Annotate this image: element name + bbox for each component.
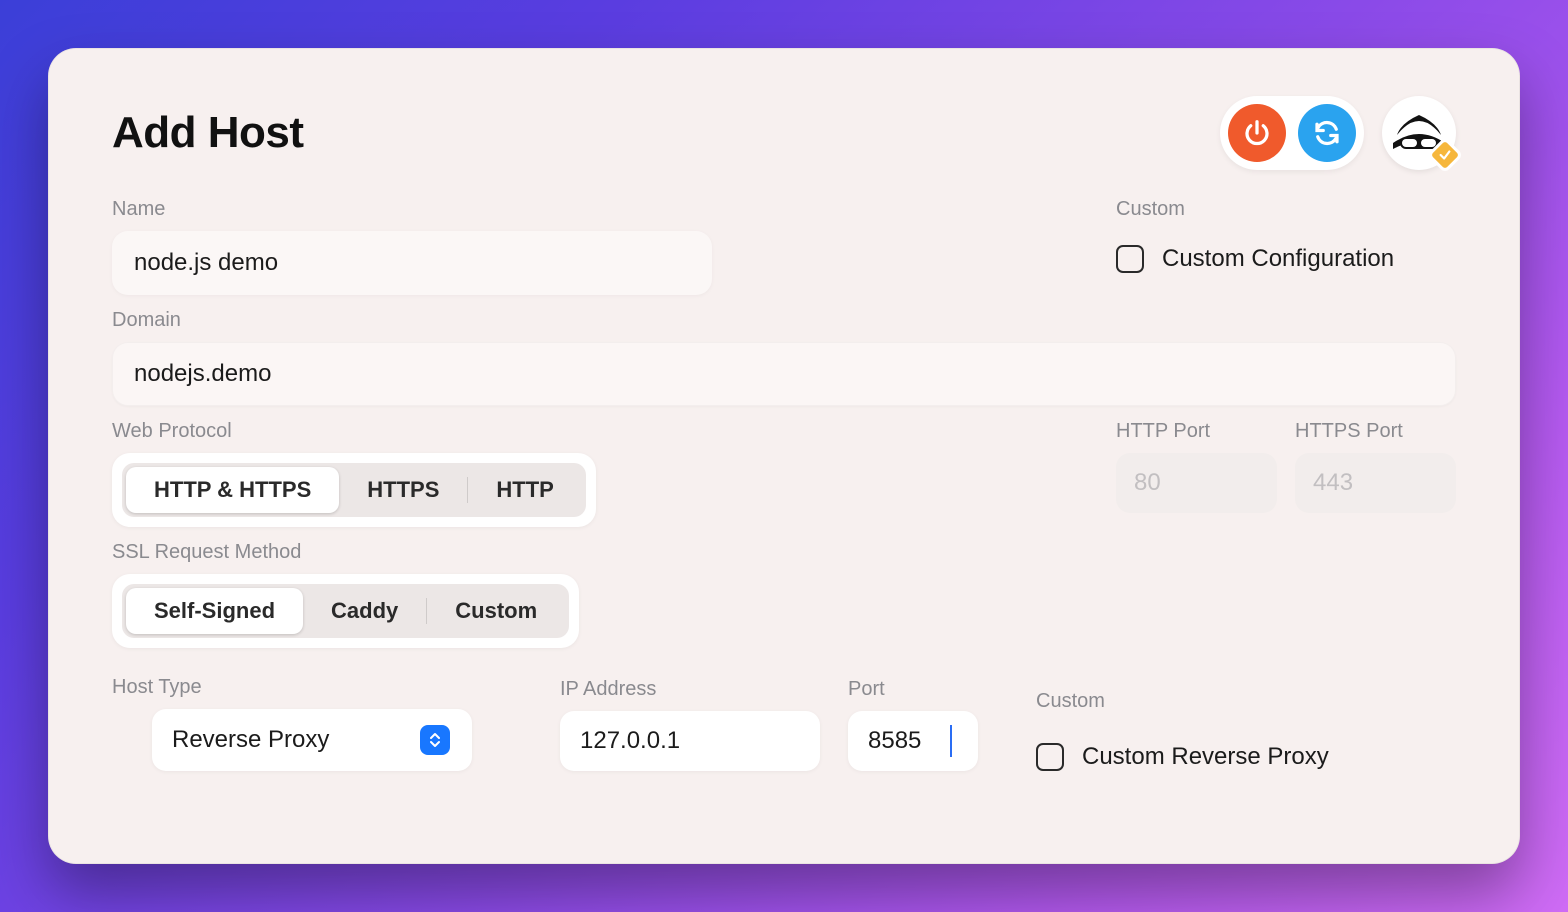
custom-config-label: Custom Configuration <box>1162 245 1394 273</box>
port-input[interactable] <box>848 711 978 771</box>
segment-https[interactable]: HTTPS <box>339 467 467 513</box>
select-stepper-icon <box>420 725 450 755</box>
page-title: Add Host <box>112 108 304 158</box>
refresh-icon <box>1312 118 1342 148</box>
web-protocol-field: Web Protocol HTTP & HTTPS HTTPS HTTP <box>112 420 1076 527</box>
segment-self-signed[interactable]: Self-Signed <box>126 588 303 634</box>
segment-http[interactable]: HTTP <box>468 467 581 513</box>
web-protocol-segmented-wrap: HTTP & HTTPS HTTPS HTTP <box>112 453 596 527</box>
text-cursor <box>950 725 952 757</box>
port-field: Port <box>848 678 1008 771</box>
ssl-right-spacer <box>1116 541 1456 648</box>
domain-label: Domain <box>112 309 1456 332</box>
custom-rp-section-label: Custom <box>1036 690 1456 713</box>
segment-http-and-https[interactable]: HTTP & HTTPS <box>126 467 339 513</box>
web-protocol-segmented: HTTP & HTTPS HTTPS HTTP <box>122 463 586 517</box>
power-icon <box>1242 118 1272 148</box>
host-type-field: Host Type Reverse Proxy <box>112 676 532 771</box>
host-type-label: Host Type <box>112 676 532 699</box>
name-input[interactable] <box>112 231 712 295</box>
https-port-field: HTTPS Port <box>1295 420 1456 527</box>
custom-rp-checkbox[interactable] <box>1036 743 1064 771</box>
add-host-window: Add Host <box>48 48 1520 864</box>
header-row: Add Host <box>112 96 1456 170</box>
domain-field: Domain <box>112 309 1456 406</box>
ip-input[interactable] <box>560 711 820 771</box>
form-grid: Name Custom Custom Configuration Domain … <box>112 198 1456 771</box>
header-actions <box>1220 96 1456 170</box>
custom-section-label: Custom <box>1116 198 1456 221</box>
ssl-label: SSL Request Method <box>112 541 1076 564</box>
https-port-input[interactable] <box>1295 453 1456 513</box>
action-pill <box>1220 96 1364 170</box>
name-field: Name <box>112 198 1076 295</box>
custom-reverse-proxy-section: Custom Custom Reverse Proxy <box>1036 690 1456 771</box>
http-port-input[interactable] <box>1116 453 1277 513</box>
custom-rp-row: Custom Reverse Proxy <box>1036 737 1456 771</box>
port-label: Port <box>848 678 1008 701</box>
domain-input[interactable] <box>112 342 1456 406</box>
ssl-field: SSL Request Method Self-Signed Caddy Cus… <box>112 541 1076 648</box>
power-button[interactable] <box>1228 104 1286 162</box>
ports-row: HTTP Port HTTPS Port <box>1116 420 1456 527</box>
custom-rp-label: Custom Reverse Proxy <box>1082 743 1329 771</box>
segment-custom[interactable]: Custom <box>427 588 565 634</box>
ip-label: IP Address <box>560 678 820 701</box>
https-port-label: HTTPS Port <box>1295 420 1456 443</box>
ssl-segmented: Self-Signed Caddy Custom <box>122 584 569 638</box>
name-label: Name <box>112 198 1076 221</box>
custom-config-checkbox[interactable] <box>1116 245 1144 273</box>
host-type-select[interactable]: Reverse Proxy <box>152 709 472 771</box>
host-type-value: Reverse Proxy <box>172 726 329 754</box>
custom-config-row: Custom Configuration <box>1116 239 1456 273</box>
http-port-field: HTTP Port <box>1116 420 1277 527</box>
bottom-row: Host Type Reverse Proxy IP Address Port <box>112 676 1456 771</box>
ip-address-field: IP Address <box>560 678 820 771</box>
refresh-button[interactable] <box>1298 104 1356 162</box>
segment-caddy[interactable]: Caddy <box>303 588 426 634</box>
web-protocol-label: Web Protocol <box>112 420 1076 443</box>
ssl-segmented-wrap: Self-Signed Caddy Custom <box>112 574 579 648</box>
custom-config-section: Custom Custom Configuration <box>1116 198 1456 295</box>
http-port-label: HTTP Port <box>1116 420 1277 443</box>
avatar[interactable] <box>1382 96 1456 170</box>
